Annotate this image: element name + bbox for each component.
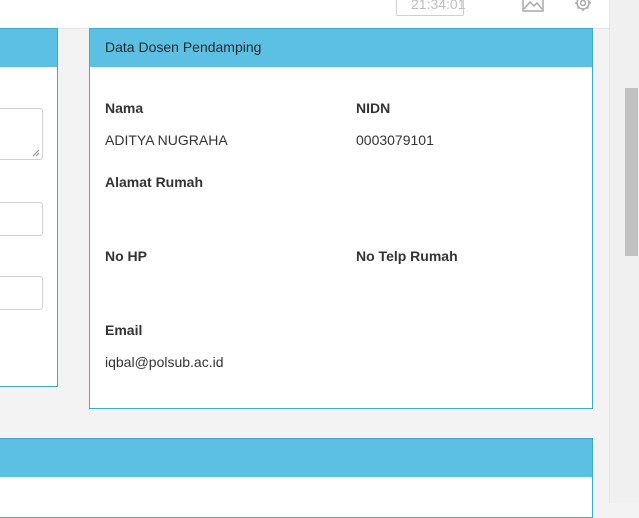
alamat-label: Alamat Rumah xyxy=(105,174,204,190)
clock-display: 21:34:01 xyxy=(396,0,466,16)
nidn-value: 0003079101 xyxy=(356,132,434,148)
nohp-label: No HP xyxy=(105,248,147,264)
textarea-field[interactable] xyxy=(0,108,43,160)
nidn-label: NIDN xyxy=(356,100,391,116)
nama-value: ADITYA NUGRAHA xyxy=(105,132,228,148)
gear-icon[interactable] xyxy=(572,0,594,13)
dosen-pendamping-card: Data Dosen Pendamping Nama ADITYA NUGRAH… xyxy=(89,28,593,409)
top-bar: 21:34:01 xyxy=(0,0,609,29)
nama-label: Nama xyxy=(105,100,144,116)
email-label: Email xyxy=(105,322,143,338)
telp-label: No Telp Rumah xyxy=(356,248,458,264)
scrollbar-thumb[interactable] xyxy=(625,88,638,256)
resize-grip-icon[interactable] xyxy=(32,149,40,157)
bottom-card xyxy=(0,438,593,518)
clock-time: 21:34:01 xyxy=(411,0,466,12)
left-panel-header xyxy=(0,29,57,67)
bottom-card-header xyxy=(0,439,592,477)
card-title: Data Dosen Pendamping xyxy=(90,29,592,67)
text-input[interactable] xyxy=(0,276,43,310)
image-icon[interactable] xyxy=(522,0,544,12)
left-form-panel xyxy=(0,28,58,387)
vertical-scrollbar[interactable] xyxy=(609,0,639,503)
text-input[interactable] xyxy=(0,202,43,236)
email-value: iqbal@polsub.ac.id xyxy=(105,354,224,370)
